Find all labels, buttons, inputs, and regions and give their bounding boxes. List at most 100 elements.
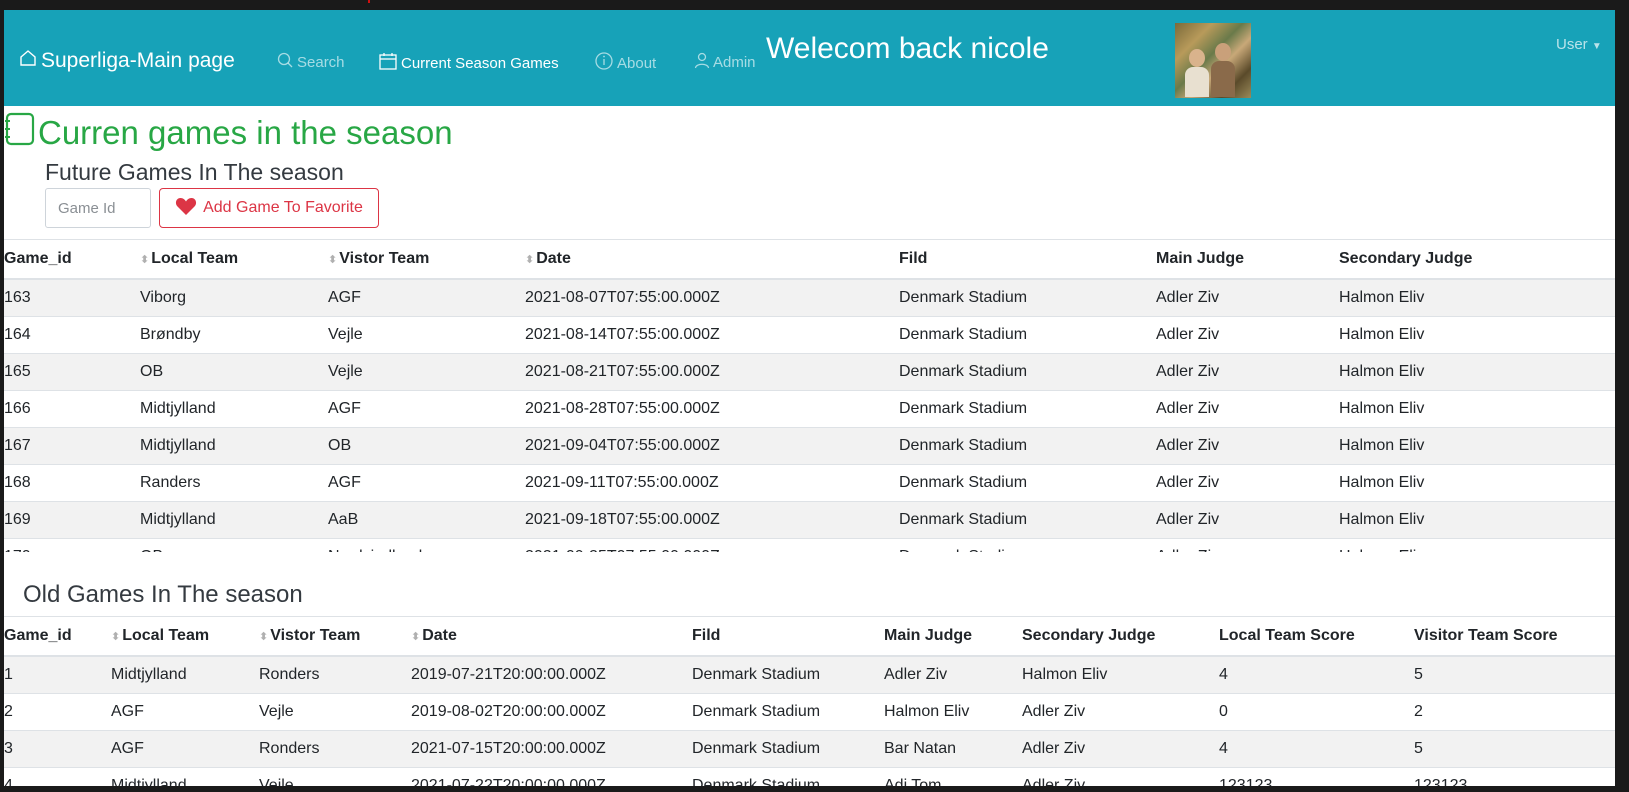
future-header-row: Game_id ⬍ Local Team ⬍ Vistor Team ⬍ Date F… — [4, 239, 1615, 280]
cell-date: 2021-09-04T07:55:00.000Z — [525, 427, 899, 465]
cell-main-judge: Adler Ziv — [1156, 464, 1339, 502]
col-header-game-id[interactable]: Game_id — [4, 239, 140, 280]
page-title: Curren games in the season — [4, 111, 453, 155]
user-avatar — [1175, 23, 1251, 98]
cell-visitor-score: 2 — [1414, 693, 1615, 731]
nav-current-season-label: Current Season Games — [401, 54, 559, 72]
nav-admin-link[interactable]: Admin — [694, 51, 756, 73]
cell-main-judge: Adi Tom — [884, 767, 1022, 786]
user-dropdown[interactable]: User ▼ — [1556, 36, 1602, 53]
table-row[interactable]: 167 Midtjylland OB 2021-09-04T07:55:00.000Z… — [4, 427, 1615, 465]
table-row[interactable]: 165 OB Vejle 2021-08-21T07:55:00.000Z Denmar… — [4, 353, 1615, 391]
table-row[interactable]: 164 Brøndby Vejle 2021-08-14T07:55:00.000Z D… — [4, 316, 1615, 354]
cell-field: Denmark Stadium — [692, 693, 884, 731]
add-favorite-button[interactable]: Add Game To Favorite — [159, 188, 379, 228]
sort-icon: ⬍ — [525, 254, 535, 266]
cell-visitor-team: AGF — [328, 464, 525, 502]
search-icon — [276, 51, 294, 73]
nav-current-season-link[interactable]: Current Season Games — [378, 51, 559, 75]
cell-visitor-team: Vejle — [259, 767, 411, 786]
cell-main-judge: Adler Ziv — [1156, 278, 1339, 317]
cell-secondary-judge: Halmon Eliv — [1339, 278, 1615, 317]
cell-local-score: 0 — [1219, 693, 1414, 731]
cell-visitor-score: 5 — [1414, 655, 1615, 694]
cell-local-score: 123123 — [1219, 767, 1414, 786]
game-id-input[interactable] — [45, 188, 151, 228]
cell-visitor-team: OB — [328, 427, 525, 465]
nav-about-link[interactable]: About — [594, 51, 656, 75]
old-games-table-container[interactable]: Game_id ⬍ Local Team ⬍ Vistor Team ⬍ Date F… — [4, 616, 1615, 786]
col-header-local-team[interactable]: ⬍ Local Team — [111, 616, 259, 657]
cell-local-team: Midtjylland — [140, 390, 328, 428]
nav-search-link[interactable]: Search — [276, 51, 345, 73]
col-header-date[interactable]: ⬍ Date — [411, 616, 692, 657]
table-row[interactable]: 170OBNordsjælland2021-09-25T07:55:00.000… — [4, 538, 1615, 552]
cell-date: 2021-07-15T20:00:00.000Z — [411, 730, 692, 768]
future-games-table-container[interactable]: Game_id ⬍ Local Team ⬍ Vistor Team ⬍ Date F… — [4, 239, 1615, 552]
nav-brand-link[interactable]: Superliga-Main page — [18, 48, 235, 74]
cell-visitor-team: Ronders — [259, 730, 411, 768]
cell-local-team: Midtjylland — [140, 427, 328, 465]
table-row[interactable]: 163 Viborg AGF 2021-08-07T07:55:00.000Z Denm… — [4, 278, 1615, 317]
page-title-label: Curren games in the season — [38, 114, 453, 151]
cell-game-id: 166 — [4, 390, 140, 428]
cell-main-judge: Adler Ziv — [884, 655, 1022, 694]
browser-viewport: Superliga-Main page Search Current Seaso… — [4, 10, 1615, 786]
cell-field: Denmark Stadium — [899, 427, 1156, 465]
table-row[interactable]: 4 Midtjylland Vejle 2021-07-22T20:00:00.000… — [4, 767, 1615, 786]
cell-field: Denmark Stadium — [899, 353, 1156, 391]
cell-local-score: 4 — [1219, 730, 1414, 768]
col-header-field: Fild — [899, 239, 1156, 280]
col-header-date[interactable]: ⬍ Date — [525, 239, 899, 280]
cell-local-team: OB — [140, 353, 328, 391]
cell-date: 2021-08-28T07:55:00.000Z — [525, 390, 899, 428]
cell-main-judge: Adler Ziv — [1156, 316, 1339, 354]
col-header-visitor-score: Visitor Team Score — [1414, 616, 1615, 657]
cell-main-judge: Adler Ziv — [1156, 353, 1339, 391]
cell-visitor-team: AGF — [328, 278, 525, 317]
table-row[interactable]: 169 Midtjylland AaB 2021-09-18T07:55:00.000… — [4, 501, 1615, 539]
col-header-main-judge: Main Judge — [884, 616, 1022, 657]
cell-local-team: OB — [140, 538, 328, 552]
col-header-local-team[interactable]: ⬍ Local Team — [140, 239, 328, 280]
cell-local-team: AGF — [111, 693, 259, 731]
table-row[interactable]: 168 Randers AGF 2021-09-11T07:55:00.000Z Den… — [4, 464, 1615, 502]
cell-field: Denmark Stadium — [899, 538, 1156, 552]
col-header-visitor-team[interactable]: ⬍ Vistor Team — [328, 239, 525, 280]
cell-local-team: Randers — [140, 464, 328, 502]
cell-local-team: Viborg — [140, 278, 328, 317]
future-games-table: Game_id ⬍ Local Team ⬍ Vistor Team ⬍ Date F… — [4, 239, 1615, 552]
add-favorite-label: Add Game To Favorite — [203, 199, 363, 216]
cell-secondary-judge: Adler Ziv — [1022, 767, 1219, 786]
table-row[interactable]: 1 Midtjylland Ronders 2019-07-21T20:00:00.0… — [4, 655, 1615, 694]
nav-admin-label: Admin — [713, 53, 756, 71]
cell-field: Denmark Stadium — [899, 278, 1156, 317]
cell-field: Denmark Stadium — [899, 501, 1156, 539]
cell-date: 2021-07-22T20:00:00.000Z — [411, 767, 692, 786]
cell-visitor-team: AGF — [328, 390, 525, 428]
col-header-local-score: Local Team Score — [1219, 616, 1414, 657]
sort-icon: ⬍ — [140, 254, 150, 266]
table-row[interactable]: 166 Midtjylland AGF 2021-08-28T07:55:00.000… — [4, 390, 1615, 428]
col-header-game-id[interactable]: Game_id — [4, 616, 111, 657]
sort-icon: ⬍ — [259, 631, 269, 643]
col-header-main-judge: Main Judge — [1156, 239, 1339, 280]
sort-icon: ⬍ — [111, 631, 121, 643]
cell-visitor-score: 123123 — [1414, 767, 1615, 786]
cell-date: 2021-08-21T07:55:00.000Z — [525, 353, 899, 391]
caret-down-icon: ▼ — [1591, 41, 1602, 52]
cell-game-id: 3 — [4, 730, 111, 768]
cell-game-id: 168 — [4, 464, 140, 502]
cell-secondary-judge: Halmon Eliv — [1339, 390, 1615, 428]
cell-main-judge: Adler Ziv — [1156, 538, 1339, 552]
cell-main-judge: Adler Ziv — [1156, 390, 1339, 428]
old-games-table: Game_id ⬍ Local Team ⬍ Vistor Team ⬍ Date F… — [4, 616, 1615, 786]
cell-secondary-judge: Halmon Eliv — [1339, 501, 1615, 539]
table-row[interactable]: 2 AGF Vejle 2019-08-02T20:00:00.000Z Denmark… — [4, 693, 1615, 731]
col-header-visitor-team[interactable]: ⬍ Vistor Team — [259, 616, 411, 657]
table-row[interactable]: 3 AGF Ronders 2021-07-15T20:00:00.000Z Denma… — [4, 730, 1615, 768]
cell-local-team: AGF — [111, 730, 259, 768]
cell-game-id: 2 — [4, 693, 111, 731]
cell-game-id: 165 — [4, 353, 140, 391]
nav-brand-label: Superliga-Main page — [41, 49, 235, 72]
